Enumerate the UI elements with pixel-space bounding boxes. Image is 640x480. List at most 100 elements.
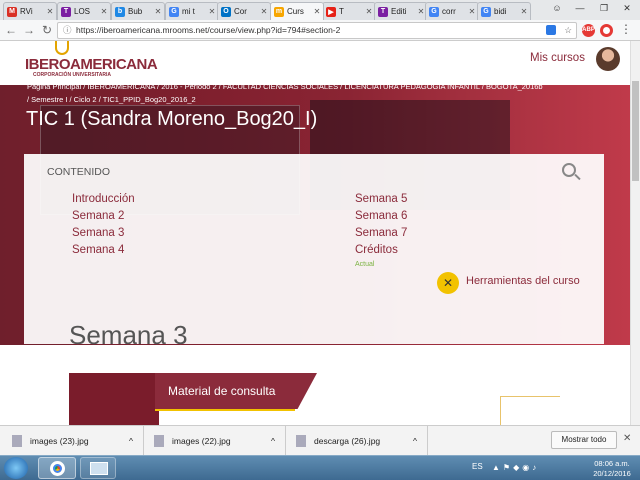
download-filename: images (23).jpg — [30, 435, 89, 446]
tab-3[interactable]: Gmi t ✕ — [165, 2, 219, 20]
week-link-4[interactable]: Semana 4 — [72, 244, 124, 256]
address-bar[interactable]: ⓘ https://iberoamericana.mrooms.net/cour… — [57, 22, 577, 39]
youtube-icon: ▶ — [326, 6, 336, 17]
adblock-icon[interactable]: ABP — [582, 24, 595, 37]
week-link-2[interactable]: Semana 2 — [72, 210, 124, 222]
close-tab-icon[interactable]: ✕ — [45, 7, 55, 16]
close-tab-icon[interactable]: ✕ — [99, 7, 109, 16]
week-link-6[interactable]: Semana 6 — [355, 210, 407, 222]
close-tab-icon[interactable]: ✕ — [519, 7, 529, 16]
maximize-button[interactable]: ❐ — [594, 2, 614, 14]
tab-title: Editi — [391, 7, 407, 16]
taskbar-chrome[interactable] — [38, 457, 76, 479]
site-header: IBEROAMERICANA CORPORACIÓN UNIVERSITARIA… — [0, 41, 630, 85]
material-panel-left — [69, 373, 159, 425]
download-item[interactable]: images (22).jpg ^ — [144, 426, 286, 455]
tray-icons[interactable]: ▲⚑◆◉♪ — [492, 463, 539, 472]
downloads-bar: images (23).jpg ^ images (22).jpg ^ desc… — [0, 425, 640, 455]
page-scrollbar[interactable] — [630, 41, 640, 425]
section-title: Semana 3 — [69, 320, 188, 350]
download-item[interactable]: descarga (26).jpg ^ — [286, 426, 428, 455]
week-link-intro[interactable]: Introducción — [72, 193, 135, 205]
bubbl-icon: b — [115, 6, 125, 17]
explorer-icon — [90, 462, 108, 475]
tab-5[interactable]: m Curs ✕ — [270, 2, 324, 20]
show-all-button[interactable]: Mostrar todo — [551, 431, 617, 449]
file-icon — [12, 434, 22, 447]
tab-title: RVi — [20, 7, 33, 16]
forward-button[interactable]: → — [22, 23, 36, 37]
tab-9[interactable]: Gbidi ✕ — [477, 2, 531, 20]
clock-time[interactable]: 08:06 a.m. — [589, 459, 635, 468]
tab-strip: M RVi ✕ T LOS ✕ b Bub ✕ Gmi t ✕ O Cor ✕ m Curs ✕ ▶ T ✕ T Edit… — [0, 0, 640, 20]
bookmark-star-icon[interactable]: ☆ — [564, 23, 572, 38]
tab-title: Bub — [128, 7, 143, 16]
start-button[interactable] — [4, 457, 28, 479]
tab-2[interactable]: b Bub ✕ — [111, 2, 165, 20]
avatar[interactable] — [596, 47, 620, 71]
close-window-button[interactable]: ✕ — [617, 2, 637, 14]
user-icon[interactable]: ☺ — [547, 2, 567, 14]
tab-6[interactable]: ▶ T ✕ — [322, 2, 376, 20]
decoration-lines — [500, 396, 560, 425]
translate-icon[interactable] — [546, 25, 556, 35]
week-link-7[interactable]: Semana 7 — [355, 227, 407, 239]
mis-cursos-link[interactable]: Mis cursos — [530, 52, 585, 64]
tab-1[interactable]: T LOS ✕ — [57, 2, 111, 20]
outlook-icon: O — [221, 6, 231, 17]
gmail-icon: M — [7, 6, 17, 17]
close-tab-icon[interactable]: ✕ — [467, 7, 477, 16]
course-contents-panel: CONTENIDO Introducción Semana 2 Semana 3… — [24, 154, 604, 344]
taskbar-explorer[interactable] — [80, 457, 116, 479]
tab-7[interactable]: T Editi ✕ — [374, 2, 428, 20]
minimize-button[interactable]: — — [570, 2, 590, 14]
material-underline — [155, 409, 295, 411]
course-tools-link[interactable]: Herramientas del curso — [466, 275, 580, 287]
close-tab-icon[interactable]: ✕ — [207, 7, 217, 16]
search-icon-handle — [574, 173, 581, 181]
tab-title: T — [339, 7, 344, 16]
tab-4[interactable]: O Cor ✕ — [217, 2, 271, 20]
back-button[interactable]: ← — [4, 23, 18, 37]
close-tab-icon[interactable]: ✕ — [364, 7, 374, 16]
download-filename: descarga (26).jpg — [314, 435, 381, 446]
chevron-up-icon[interactable]: ^ — [129, 436, 133, 446]
logo-text[interactable]: IBEROAMERICANA — [25, 56, 158, 73]
chevron-up-icon[interactable]: ^ — [271, 436, 275, 446]
tab-8[interactable]: Gcorr ✕ — [425, 2, 479, 20]
scrollbar-thumb[interactable] — [632, 81, 639, 181]
close-tab-icon[interactable]: ✕ — [312, 7, 322, 16]
week-link-5[interactable]: Semana 5 — [355, 193, 407, 205]
logo-emblem-icon — [55, 41, 69, 55]
creditos-link[interactable]: Créditos — [355, 244, 398, 256]
tab-title: LOS — [74, 7, 91, 16]
T-icon: T — [61, 6, 71, 17]
tools-icon[interactable]: ✕ — [437, 272, 459, 294]
breadcrumb[interactable]: Página Principal / IBEROAMERICANA / 2016… — [27, 82, 543, 91]
menu-icon[interactable]: ⋮ — [619, 22, 633, 38]
google-icon: G — [481, 6, 491, 17]
tab-title: Cor — [234, 7, 247, 16]
logo-subtext: CORPORACIÓN UNIVERSITARIA — [33, 72, 111, 78]
download-item[interactable]: images (23).jpg ^ — [0, 426, 144, 455]
info-icon[interactable]: ⓘ — [63, 23, 72, 38]
contenido-heading: CONTENIDO — [47, 166, 110, 178]
tab-title: corr — [442, 7, 456, 16]
file-icon — [154, 434, 164, 447]
close-tab-icon[interactable]: ✕ — [153, 7, 163, 16]
tab-title: mi t — [182, 7, 195, 16]
clock-date[interactable]: 20/12/2016 — [589, 469, 635, 478]
reload-button[interactable]: ↻ — [40, 23, 54, 37]
breadcrumb-line2[interactable]: / Semestre I / Ciclo 2 / TIC1_PPID_Bog20… — [27, 95, 196, 104]
language-indicator[interactable]: ES — [472, 462, 483, 471]
browser-toolbar: ← → ↻ ⓘ https://iberoamericana.mrooms.ne… — [0, 20, 640, 41]
week-link-3[interactable]: Semana 3 — [72, 227, 124, 239]
opera-icon[interactable] — [600, 24, 613, 37]
close-downloads-icon[interactable]: ✕ — [623, 433, 631, 444]
page-content: IBEROAMERICANA CORPORACIÓN UNIVERSITARIA… — [0, 41, 630, 425]
close-tab-icon[interactable]: ✕ — [259, 7, 269, 16]
T-icon: T — [378, 6, 388, 17]
chevron-up-icon[interactable]: ^ — [413, 436, 417, 446]
tab-0[interactable]: M RVi ✕ — [3, 2, 57, 20]
url-text: https://iberoamericana.mrooms.net/course… — [76, 25, 341, 35]
